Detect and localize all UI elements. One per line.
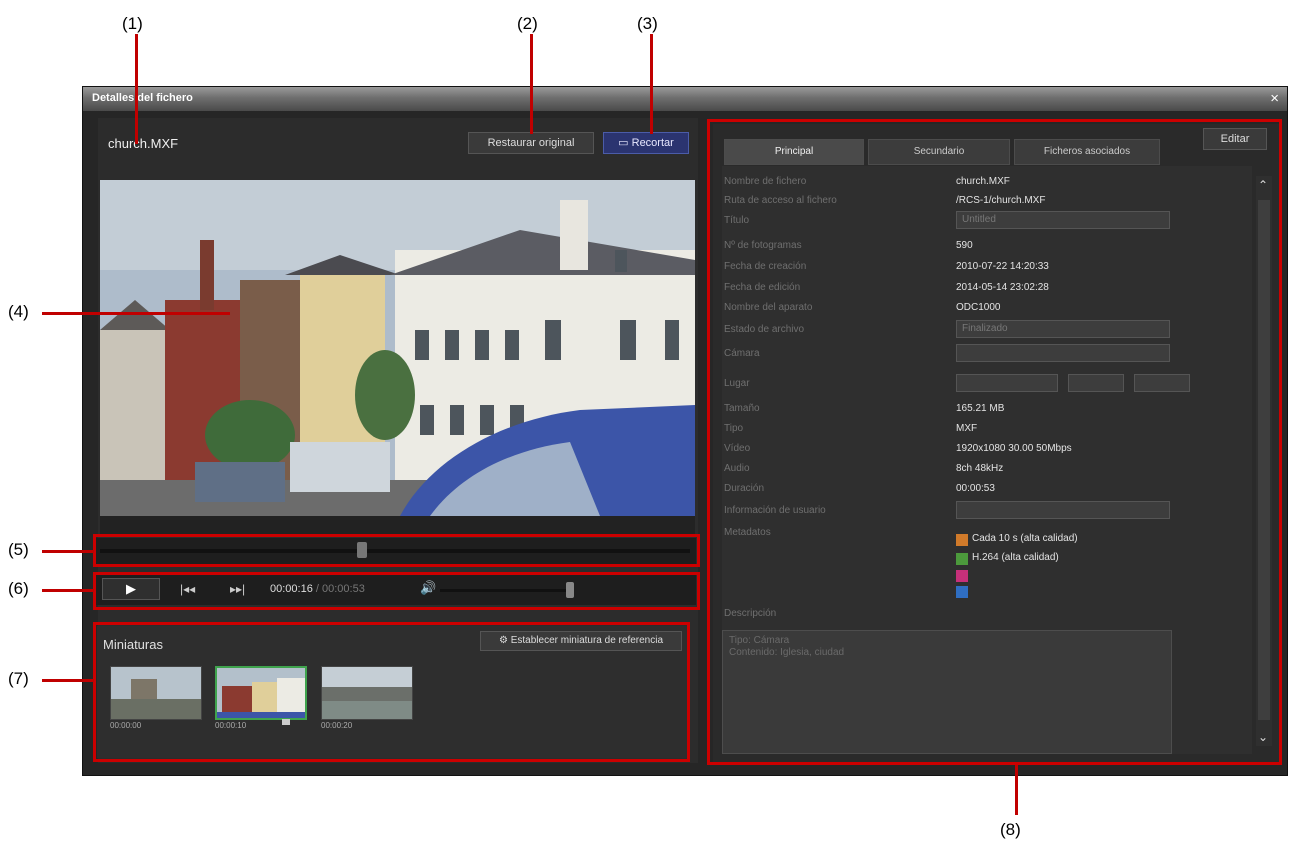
crop-icon: ▭ — [618, 137, 632, 149]
callout-5-label: (5) — [8, 540, 29, 559]
callout-3-label: (3) — [637, 14, 658, 33]
file-name: church.MXF — [108, 136, 179, 151]
callout-1-leader — [135, 34, 138, 144]
callout-8-box — [707, 119, 1282, 765]
close-icon[interactable]: × — [1270, 90, 1279, 107]
callout-6-label: (6) — [8, 579, 29, 598]
callout-4-leader — [42, 312, 230, 315]
callout-4-label: (4) — [8, 302, 29, 321]
callout-1-label: (1) — [122, 14, 143, 33]
restore-original-button[interactable]: Restaurar original — [468, 132, 594, 154]
callout-7-leader — [42, 679, 94, 682]
video-bottom-strip — [100, 516, 695, 536]
callout-8-label: (8) — [1000, 820, 1021, 839]
callout-8-leader — [1015, 765, 1018, 815]
window-title: Detalles del fichero — [92, 92, 193, 104]
callout-7-label: (7) — [8, 669, 29, 688]
crop-button-label: Recortar — [631, 137, 674, 149]
callout-6-leader — [42, 589, 94, 592]
video-frame-image — [100, 180, 695, 516]
callout-5-leader — [42, 550, 94, 553]
window-titlebar: Detalles del fichero × — [83, 87, 1287, 111]
video-preview[interactable] — [100, 180, 695, 516]
callout-6-box — [93, 572, 700, 610]
callout-5-box — [93, 534, 700, 567]
callout-3-leader — [650, 34, 653, 134]
crop-button[interactable]: ▭ Recortar — [603, 132, 689, 154]
callout-2-label: (2) — [517, 14, 538, 33]
callout-7-box — [93, 622, 690, 762]
callout-2-leader — [530, 34, 533, 134]
